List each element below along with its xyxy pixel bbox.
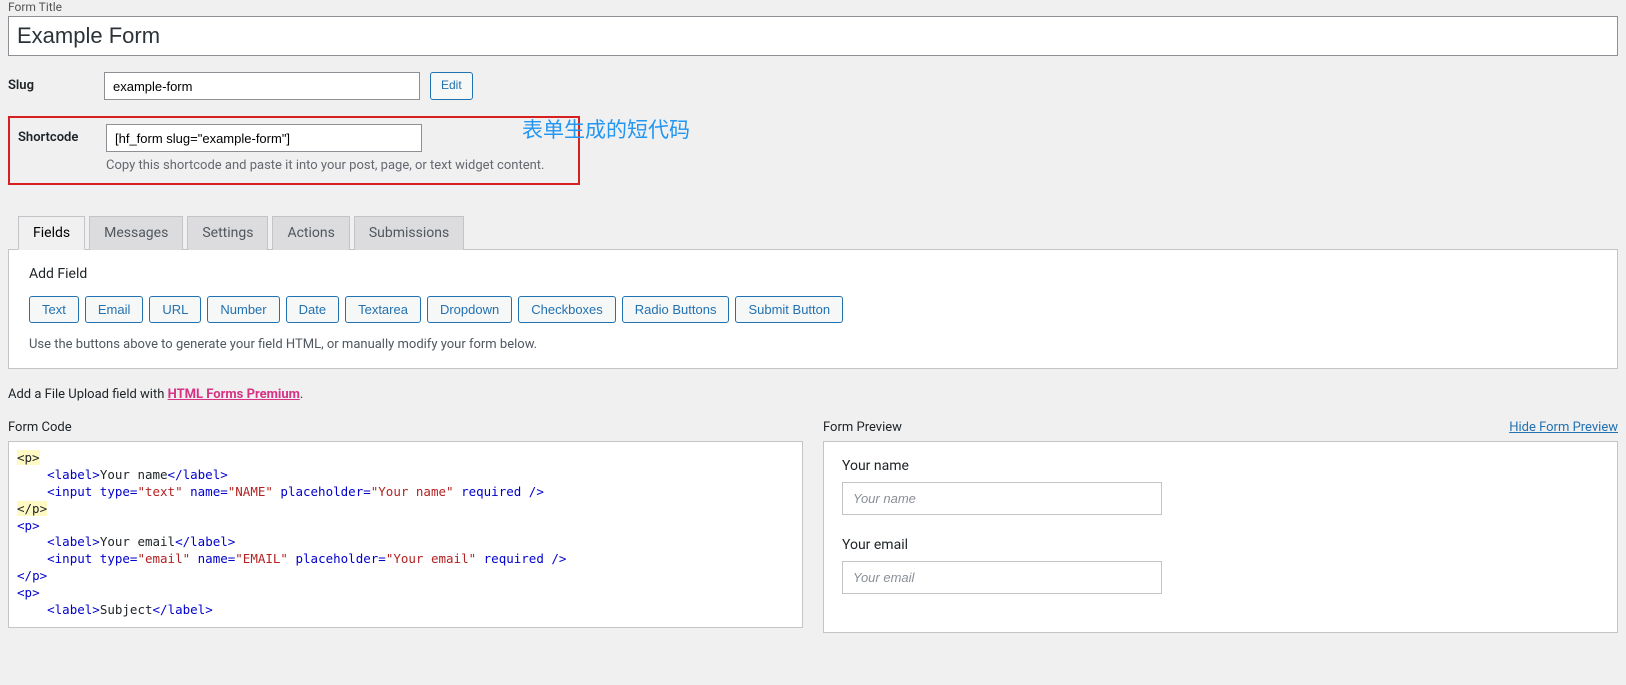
form-title-label: Form Title xyxy=(8,0,1618,14)
add-dropdown-button[interactable]: Dropdown xyxy=(427,296,512,323)
preview-email-label: Your email xyxy=(842,537,1599,553)
add-number-button[interactable]: Number xyxy=(207,296,279,323)
tabs-nav: Fields Messages Settings Actions Submiss… xyxy=(8,215,1618,250)
fields-panel: Add Field Text Email URL Number Date Tex… xyxy=(8,250,1618,369)
form-code-label: Form Code xyxy=(8,420,72,435)
add-submit-button[interactable]: Submit Button xyxy=(735,296,843,323)
add-radio-button[interactable]: Radio Buttons xyxy=(622,296,730,323)
upsell-text: Add a File Upload field with HTML Forms … xyxy=(8,387,1618,402)
add-text-button[interactable]: Text xyxy=(29,296,79,323)
form-code-editor[interactable]: <p> <label>Your name</label> <input type… xyxy=(8,441,803,628)
shortcode-label: Shortcode xyxy=(18,124,96,145)
add-checkboxes-button[interactable]: Checkboxes xyxy=(518,296,616,323)
add-field-heading: Add Field xyxy=(29,266,1597,282)
add-textarea-button[interactable]: Textarea xyxy=(345,296,421,323)
shortcode-input[interactable] xyxy=(106,124,422,152)
preview-email-input[interactable] xyxy=(842,561,1162,594)
form-preview-label: Form Preview xyxy=(823,420,902,435)
shortcode-help-text: Copy this shortcode and paste it into yo… xyxy=(106,158,570,173)
add-email-button[interactable]: Email xyxy=(85,296,144,323)
tab-messages[interactable]: Messages xyxy=(89,216,183,250)
tab-submissions[interactable]: Submissions xyxy=(354,216,464,250)
form-preview: Your name Your email xyxy=(823,441,1618,633)
tab-fields[interactable]: Fields xyxy=(18,216,85,250)
preview-name-label: Your name xyxy=(842,458,1599,474)
add-url-button[interactable]: URL xyxy=(149,296,201,323)
hide-preview-link[interactable]: Hide Form Preview xyxy=(1509,420,1618,435)
edit-slug-button[interactable]: Edit xyxy=(430,72,473,100)
tab-settings[interactable]: Settings xyxy=(187,216,268,250)
preview-name-input[interactable] xyxy=(842,482,1162,515)
field-help-text: Use the buttons above to generate your f… xyxy=(29,337,1597,352)
slug-label: Slug xyxy=(8,72,94,93)
form-title-input[interactable] xyxy=(8,16,1618,56)
add-date-button[interactable]: Date xyxy=(286,296,339,323)
slug-input[interactable] xyxy=(104,72,420,100)
annotation-text: 表单生成的短代码 xyxy=(522,114,690,144)
upsell-link[interactable]: HTML Forms Premium xyxy=(168,387,300,402)
tab-actions[interactable]: Actions xyxy=(272,216,349,250)
